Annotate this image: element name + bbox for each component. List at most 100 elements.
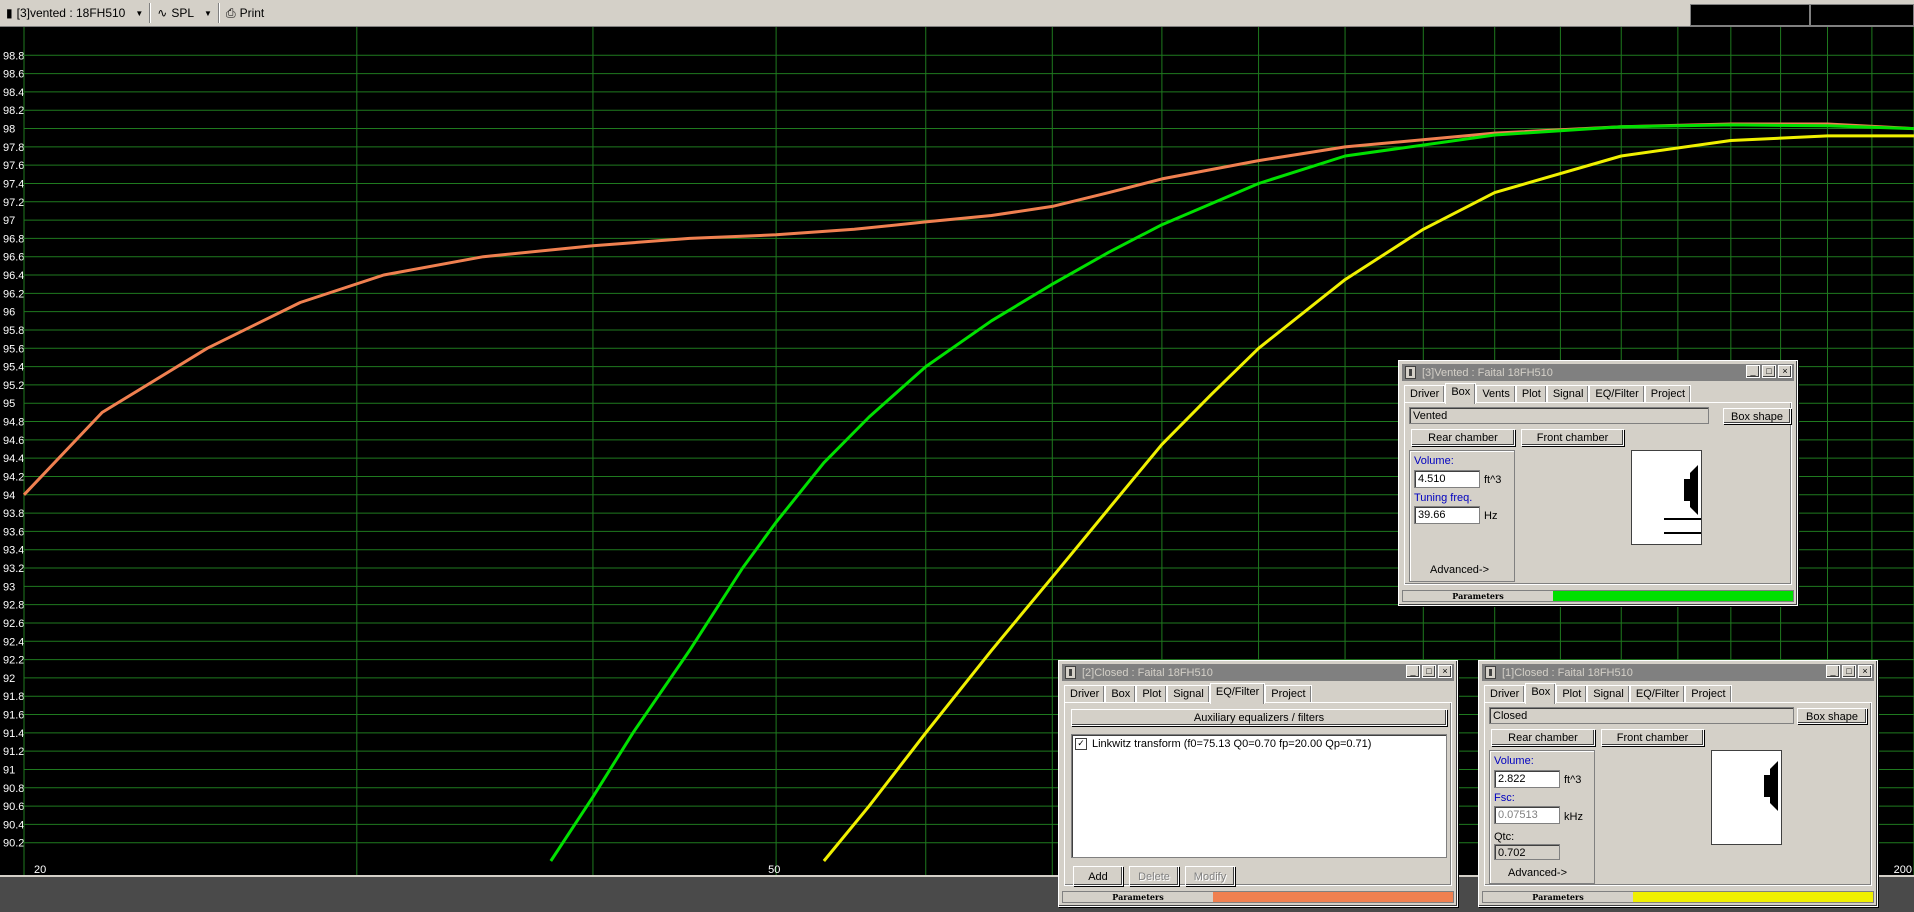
parameters-bar[interactable]: Parameters (1482, 891, 1874, 903)
tab-driver[interactable]: Driver (1064, 685, 1106, 703)
window-icon (1065, 666, 1076, 679)
waveform-icon: ∿ (157, 6, 168, 20)
tab-box[interactable]: Box (1525, 683, 1557, 704)
tab-signal[interactable]: Signal (1587, 685, 1630, 703)
y-tick-label: 90.4 (3, 819, 24, 831)
y-tick-label: 91 (3, 764, 15, 776)
print-button[interactable]: ⎙ Print (220, 3, 270, 24)
y-tick-label: 97.8 (3, 142, 24, 154)
plot-selector-label: SPL (171, 6, 195, 20)
document-icon: ▮ (6, 6, 13, 20)
y-tick-label: 95.4 (3, 362, 24, 374)
chevron-down-icon: ▼ (204, 8, 212, 18)
volume-label: Volume: (1494, 755, 1534, 767)
modify-button[interactable]: Modify (1185, 866, 1235, 886)
minimize-button[interactable]: _ (1746, 365, 1760, 378)
x-tick-label: 50 (768, 864, 780, 875)
minimize-button[interactable]: _ (1406, 665, 1420, 678)
box-type-field: Closed (1489, 707, 1794, 724)
y-tick-label: 95 (3, 398, 15, 410)
window-titlebar[interactable]: [1]Closed : Faital 18FH510 _ □ × (1482, 664, 1874, 681)
add-button[interactable]: Add (1073, 866, 1123, 886)
tab-box[interactable]: Box (1445, 383, 1477, 404)
y-tick-label: 94.8 (3, 417, 24, 429)
tab-vents[interactable]: Vents (1476, 385, 1516, 403)
tab-plot[interactable]: Plot (1515, 385, 1547, 403)
window-titlebar[interactable]: [2]Closed : Faital 18FH510 _ □ × (1062, 664, 1454, 681)
rear-chamber-button[interactable]: Rear chamber (1411, 429, 1515, 446)
checkbox-checked-icon[interactable]: ✓ (1075, 738, 1087, 751)
rear-chamber-button[interactable]: Rear chamber (1491, 729, 1595, 746)
tab-project[interactable]: Project (1644, 385, 1692, 403)
project-selector-label: [3]vented : 18FH510 (16, 6, 126, 20)
rear-chamber-group: Volume: 2.822 ft^3 Fsc: 0.07513 kHz Qtc:… (1489, 750, 1595, 884)
y-tick-label: 92 (3, 673, 15, 685)
tab-plot[interactable]: Plot (1556, 685, 1588, 703)
y-tick-label: 97.2 (3, 197, 24, 209)
advanced-link[interactable]: Advanced-> (1508, 867, 1567, 879)
close-button[interactable]: × (1778, 365, 1792, 378)
y-tick-label: 94 (3, 490, 15, 502)
volume-input[interactable]: 4.510 (1414, 470, 1480, 488)
series-color-swatch (1553, 591, 1793, 601)
qtc-value: 0.702 (1494, 844, 1560, 860)
parameters-bar[interactable]: Parameters (1062, 891, 1454, 903)
tab-eq-filter[interactable]: EQ/Filter (1589, 385, 1645, 403)
window-titlebar[interactable]: [3]Vented : Faital 18FH510 _ □ × (1402, 364, 1794, 381)
y-tick-label: 92.6 (3, 618, 24, 630)
y-tick-label: 98 (3, 124, 15, 136)
y-tick-label: 96.2 (3, 288, 24, 300)
box-shape-diagram (1711, 750, 1782, 845)
y-tick-label: 96.8 (3, 233, 24, 245)
project-selector[interactable]: ▮ [3]vented : 18FH510 ▼ (0, 3, 149, 24)
series-color-swatch (1633, 892, 1873, 902)
close-button[interactable]: × (1858, 665, 1872, 678)
parameters-bar[interactable]: Parameters (1402, 590, 1794, 602)
box-tab-panel: Closed Box shape Rear chamber Front cham… (1484, 702, 1872, 886)
box-shape-button[interactable]: Box shape (1723, 408, 1791, 424)
tab-eq-filter[interactable]: EQ/Filter (1209, 683, 1266, 704)
y-tick-label: 91.4 (3, 728, 24, 740)
tab-signal[interactable]: Signal (1167, 685, 1210, 703)
fsc-input[interactable]: 0.07513 (1494, 806, 1560, 824)
y-tick-label: 98.6 (3, 69, 24, 81)
close-button[interactable]: × (1438, 665, 1452, 678)
window-title: [3]Vented : Faital 18FH510 (1422, 366, 1553, 379)
parameters-label: Parameters (1063, 892, 1213, 902)
y-tick-label: 90.2 (3, 838, 24, 850)
y-tick-label: 93.6 (3, 526, 24, 538)
y-tick-label: 95.6 (3, 343, 24, 355)
tab-plot[interactable]: Plot (1136, 685, 1168, 703)
advanced-link[interactable]: Advanced-> (1430, 564, 1489, 576)
box-shape-button[interactable]: Box shape (1797, 708, 1867, 724)
y-tick-label: 97.4 (3, 178, 24, 190)
maximize-button[interactable]: □ (1762, 365, 1776, 378)
y-tick-label: 97 (3, 215, 15, 227)
minimize-button[interactable]: _ (1826, 665, 1840, 678)
filter-list[interactable]: ✓ Linkwitz transform (f0=75.13 Q0=0.70 fp… (1071, 734, 1447, 858)
tab-driver[interactable]: Driver (1404, 385, 1446, 403)
volume-input[interactable]: 2.822 (1494, 770, 1560, 788)
y-tick-label: 96 (3, 307, 15, 319)
maximize-button[interactable]: □ (1422, 665, 1436, 678)
tab-eq-filter[interactable]: EQ/Filter (1629, 685, 1686, 703)
tab-driver[interactable]: Driver (1484, 685, 1526, 703)
tab-box[interactable]: Box (1105, 685, 1137, 703)
tab-project[interactable]: Project (1685, 685, 1732, 703)
front-chamber-button[interactable]: Front chamber (1601, 729, 1704, 746)
tab-bar: Driver Box Vents Plot Signal EQ/Filter P… (1404, 383, 1692, 404)
auxiliary-filters-button[interactable]: Auxiliary equalizers / filters (1071, 709, 1447, 726)
y-tick-label: 94.6 (3, 435, 24, 447)
print-label: Print (239, 6, 265, 20)
y-tick-label: 90.6 (3, 801, 24, 813)
maximize-button[interactable]: □ (1842, 665, 1856, 678)
delete-button[interactable]: Delete (1129, 866, 1179, 886)
tab-project[interactable]: Project (1265, 685, 1312, 703)
front-chamber-button[interactable]: Front chamber (1521, 429, 1624, 446)
list-item[interactable]: ✓ Linkwitz transform (f0=75.13 Q0=0.70 fp… (1075, 738, 1371, 751)
closed-eq-window: [2]Closed : Faital 18FH510 _ □ × Driver … (1058, 660, 1458, 907)
tuning-freq-input[interactable]: 39.66 (1414, 506, 1480, 524)
window-title: [2]Closed : Faital 18FH510 (1082, 666, 1213, 679)
tab-signal[interactable]: Signal (1546, 385, 1590, 403)
plot-selector[interactable]: ∿ SPL ▼ (151, 3, 218, 24)
